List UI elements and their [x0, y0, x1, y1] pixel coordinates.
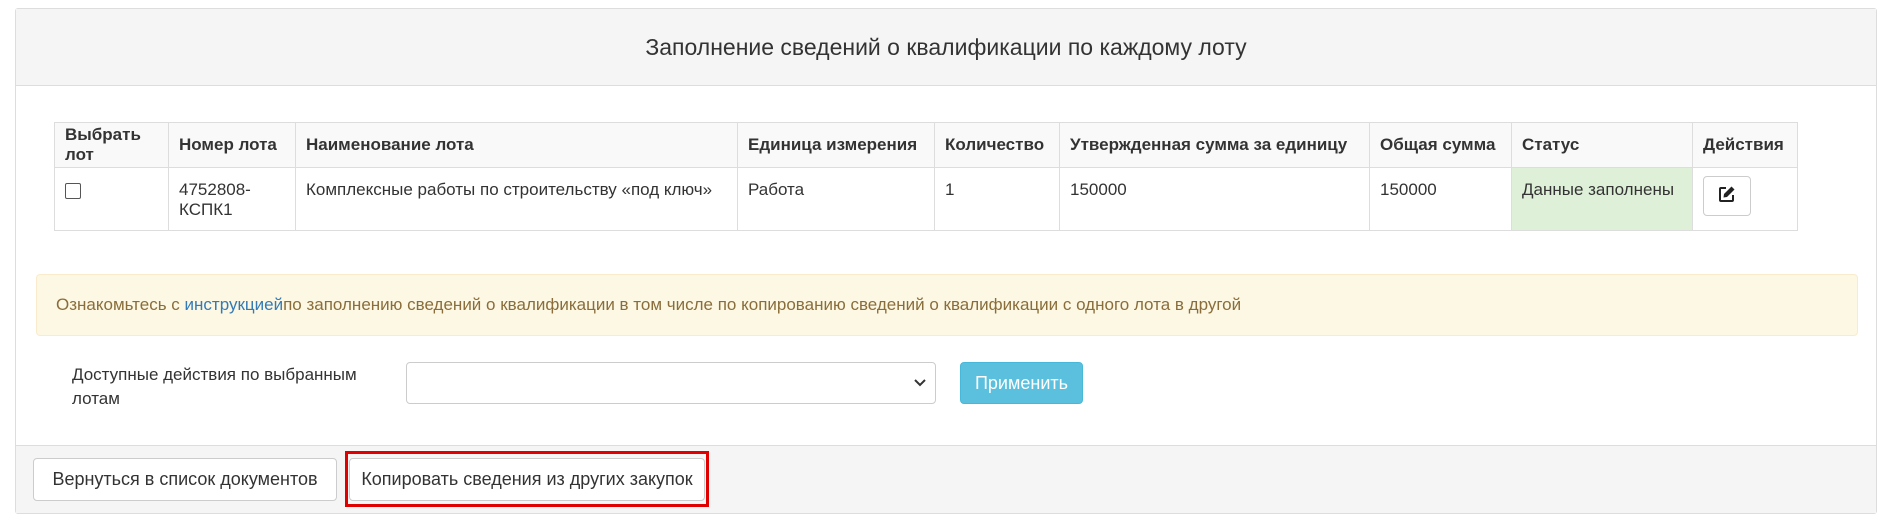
table-header-row: Выбрать лот Номер лота Наименование лота… — [54, 122, 1798, 168]
column-header-lot-number: Номер лота — [168, 122, 296, 168]
column-header-select: Выбрать лот — [54, 122, 169, 168]
apply-button[interactable]: Применить — [960, 362, 1083, 404]
back-to-documents-button[interactable]: Вернуться в список документов — [33, 458, 337, 501]
chevron-down-icon — [913, 375, 927, 394]
unit-cell: Работа — [737, 167, 935, 231]
select-cell — [54, 167, 169, 231]
unit-price-cell: 150000 — [1059, 167, 1370, 231]
bulk-actions-label: Доступные действия по выбранным лотам — [72, 365, 357, 408]
column-header-total: Общая сумма — [1369, 122, 1512, 168]
edit-lot-button[interactable] — [1703, 176, 1751, 216]
lot-number-cell: 4752808-КСПК1 — [168, 167, 296, 231]
notice-text-prefix: Ознакомьтесь с — [56, 295, 180, 314]
bulk-actions-select[interactable] — [406, 362, 936, 404]
lots-table: Выбрать лот Номер лота Наименование лота… — [54, 122, 1798, 231]
column-header-status: Статус — [1511, 122, 1693, 168]
instruction-link[interactable]: инструкцией — [185, 295, 284, 315]
edit-icon — [1718, 185, 1736, 208]
notice-text-suffix: по заполнению сведений о квалификации в … — [283, 295, 1242, 314]
quantity-cell: 1 — [934, 167, 1060, 231]
instruction-notice: Ознакомьтесь с инструкцией по заполнению… — [36, 274, 1858, 336]
actions-cell — [1692, 167, 1798, 231]
column-header-quantity: Количество — [934, 122, 1060, 168]
qualification-panel: Заполнение сведений о квалификации по ка… — [15, 8, 1877, 514]
total-cell: 150000 — [1369, 167, 1512, 231]
status-cell: Данные заполнены — [1511, 167, 1693, 231]
column-header-actions: Действия — [1692, 122, 1798, 168]
page-title: Заполнение сведений о квалификации по ка… — [16, 9, 1876, 86]
column-header-unit-price: Утвержденная сумма за единицу — [1059, 122, 1370, 168]
column-header-unit: Единица измерения — [737, 122, 935, 168]
highlight-box — [345, 451, 709, 507]
table-row: 4752808-КСПК1 Комплексные работы по стро… — [54, 167, 1798, 231]
lot-name-cell: Комплексные работы по строительству «под… — [295, 167, 738, 231]
column-header-lot-name: Наименование лота — [295, 122, 738, 168]
lot-select-checkbox[interactable] — [65, 183, 81, 199]
panel-footer: Вернуться в список документов Копировать… — [16, 445, 1876, 513]
